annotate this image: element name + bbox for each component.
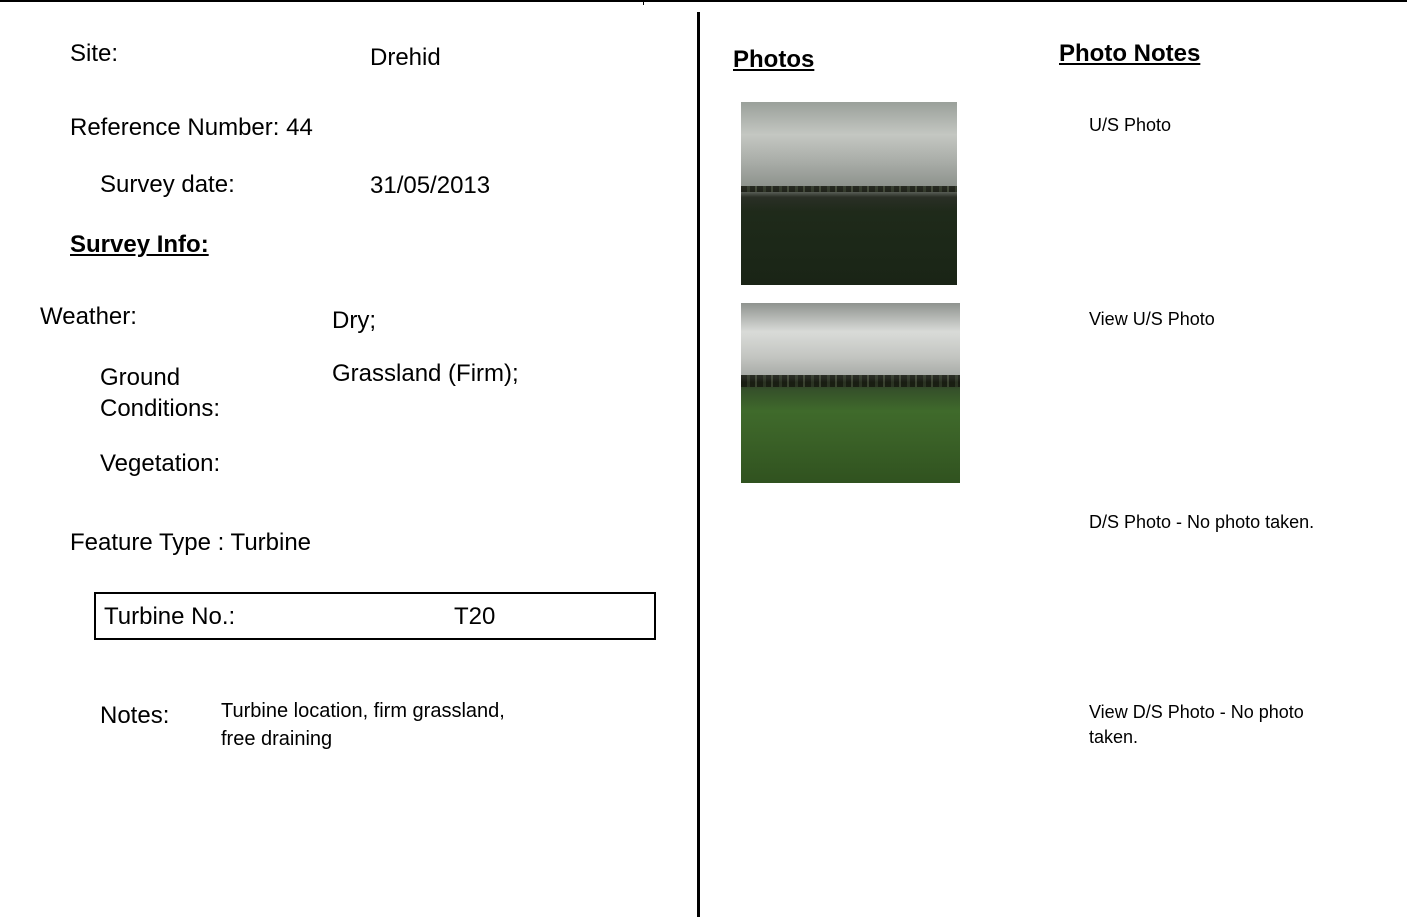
photo-note-3: D/S Photo - No photo taken. xyxy=(1089,512,1315,532)
weather-label: Weather: xyxy=(40,303,137,330)
treeline-shape xyxy=(741,186,957,192)
survey-info-heading: Survey Info: xyxy=(70,231,209,258)
top-rule xyxy=(0,0,1407,2)
weather-value: Dry; xyxy=(332,307,376,334)
vegetation-label: Vegetation: xyxy=(100,450,221,477)
top-tick-mark xyxy=(643,0,644,5)
ground-conditions-value: Grassland (Firm); xyxy=(332,360,519,387)
notes-line1: Turbine location, firm grassland, xyxy=(221,700,505,722)
ground-conditions-label-line2: Conditions: xyxy=(100,395,221,422)
us-photo-image xyxy=(741,102,957,285)
view-us-photo-image xyxy=(741,303,960,483)
survey-date-value: 31/05/2013 xyxy=(370,172,491,199)
notes-label: Notes: xyxy=(100,702,170,729)
photo-note-2: View U/S Photo xyxy=(1089,309,1215,329)
survey-date-label: Survey date: xyxy=(100,171,235,198)
photo-note-4-line2: taken. xyxy=(1089,727,1139,747)
photo-note-1: U/S Photo xyxy=(1089,115,1172,135)
site-value: Drehid xyxy=(370,44,441,71)
treeline-shape xyxy=(741,375,960,387)
turbine-label: Turbine No.: xyxy=(104,603,236,630)
column-divider xyxy=(697,12,700,917)
photo-note-4-line1: View D/S Photo - No photo xyxy=(1089,702,1304,722)
feature-type: Feature Type : Turbine xyxy=(70,529,312,556)
turbine-box: Turbine No.: T20 xyxy=(94,592,656,640)
site-label: Site: xyxy=(70,40,119,67)
photos-heading: Photos xyxy=(733,46,815,73)
notes-line2: free draining xyxy=(221,728,333,750)
turbine-value: T20 xyxy=(454,603,496,630)
ground-conditions-label-line1: Ground xyxy=(100,364,181,391)
reference-number: Reference Number: 44 xyxy=(70,114,313,141)
photo-notes-heading: Photo Notes xyxy=(1059,40,1201,67)
